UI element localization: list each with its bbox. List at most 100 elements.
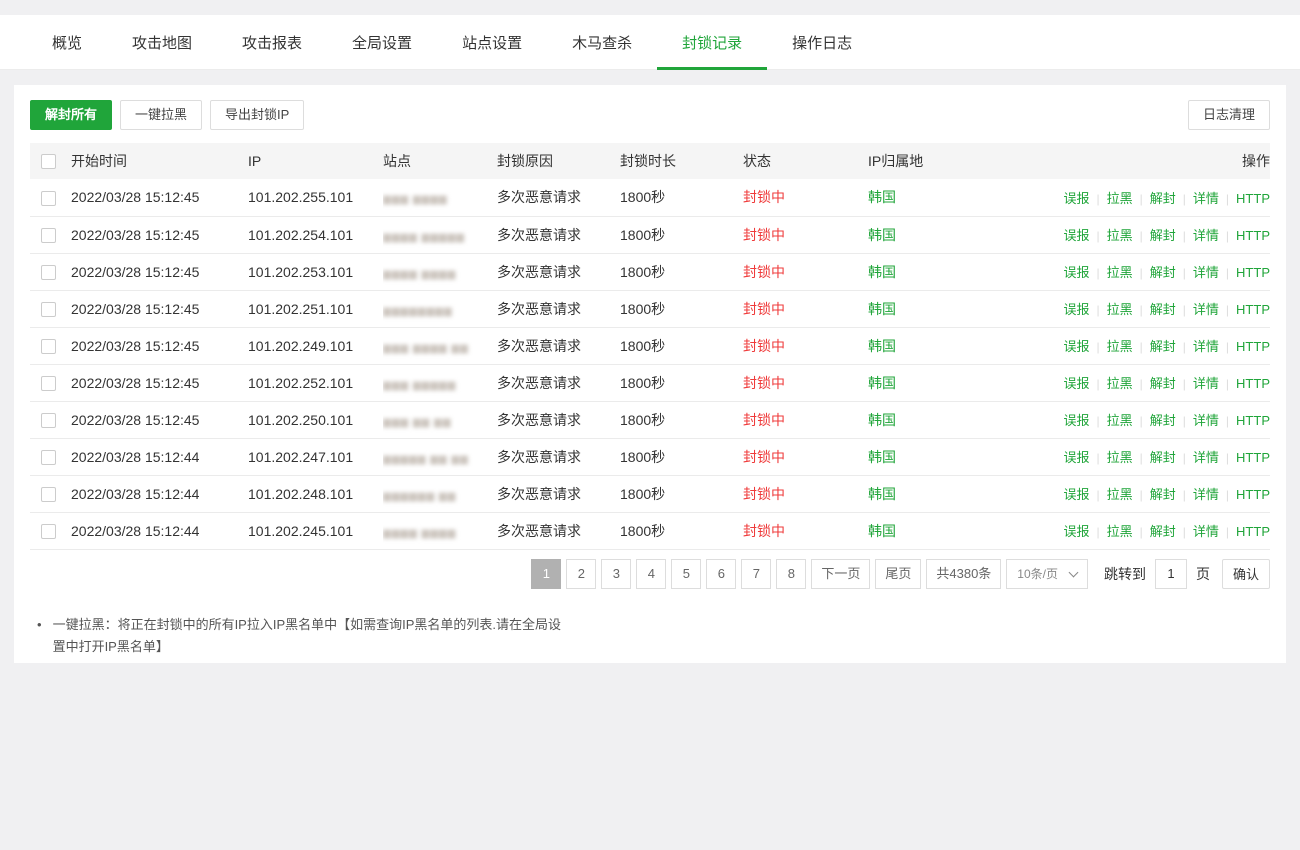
action-link-http[interactable]: HTTP: [1236, 376, 1270, 391]
page-button-3[interactable]: 3: [601, 559, 631, 589]
action-link-http[interactable]: HTTP: [1236, 450, 1270, 465]
action-link-details[interactable]: 详情: [1193, 524, 1219, 539]
row-checkbox[interactable]: [41, 376, 56, 391]
tab-2[interactable]: 攻击报表: [217, 15, 327, 69]
page-button-1[interactable]: 1: [531, 559, 561, 589]
row-checkbox[interactable]: [41, 413, 56, 428]
action-link-details[interactable]: 详情: [1193, 450, 1219, 465]
row-checkbox[interactable]: [41, 339, 56, 354]
action-link-misreport[interactable]: 误报: [1063, 376, 1089, 391]
action-link-http[interactable]: HTTP: [1236, 487, 1270, 502]
action-link-blacklist[interactable]: 拉黑: [1107, 302, 1133, 317]
action-link-misreport[interactable]: 误报: [1063, 524, 1089, 539]
action-link-unblock[interactable]: 解封: [1150, 191, 1176, 206]
cell-actions: 误报|拉黑|解封|详情|HTTP: [1030, 253, 1270, 290]
action-link-blacklist[interactable]: 拉黑: [1107, 339, 1133, 354]
action-link-blacklist[interactable]: 拉黑: [1107, 191, 1133, 206]
action-link-misreport[interactable]: 误报: [1063, 339, 1089, 354]
action-link-unblock[interactable]: 解封: [1150, 265, 1176, 280]
action-link-blacklist[interactable]: 拉黑: [1107, 450, 1133, 465]
action-link-misreport[interactable]: 误报: [1063, 191, 1089, 206]
action-link-unblock[interactable]: 解封: [1150, 302, 1176, 317]
tab-7[interactable]: 操作日志: [767, 15, 877, 69]
row-checkbox[interactable]: [41, 524, 56, 539]
action-separator: |: [1140, 192, 1143, 206]
confirm-button[interactable]: 确认: [1222, 559, 1270, 589]
action-link-unblock[interactable]: 解封: [1150, 450, 1176, 465]
export-blocked-ip-button[interactable]: 导出封锁IP: [210, 100, 304, 130]
pagination: 12345678 下一页 尾页 共4380条 10条/页 跳转到 页 确认: [30, 559, 1270, 589]
tab-3[interactable]: 全局设置: [327, 15, 437, 69]
action-link-misreport[interactable]: 误报: [1063, 228, 1089, 243]
action-separator: |: [1097, 266, 1100, 280]
action-link-misreport[interactable]: 误报: [1063, 265, 1089, 280]
page-button-4[interactable]: 4: [636, 559, 666, 589]
action-link-unblock[interactable]: 解封: [1150, 524, 1176, 539]
action-link-details[interactable]: 详情: [1193, 487, 1219, 502]
log-clean-button[interactable]: 日志清理: [1188, 100, 1270, 130]
action-link-unblock[interactable]: 解封: [1150, 339, 1176, 354]
row-checkbox[interactable]: [41, 450, 56, 465]
tab-6[interactable]: 封锁记录: [657, 15, 767, 69]
select-all-checkbox[interactable]: [41, 154, 56, 169]
page-size-select[interactable]: 10条/页: [1006, 559, 1088, 589]
action-link-misreport[interactable]: 误报: [1063, 302, 1089, 317]
action-link-misreport[interactable]: 误报: [1063, 413, 1089, 428]
action-link-unblock[interactable]: 解封: [1150, 228, 1176, 243]
page-button-5[interactable]: 5: [671, 559, 701, 589]
action-link-blacklist[interactable]: 拉黑: [1107, 376, 1133, 391]
toolbar: 解封所有 一键拉黑 导出封锁IP 日志清理: [30, 100, 1270, 130]
tab-5[interactable]: 木马查杀: [547, 15, 657, 69]
row-checkbox[interactable]: [41, 487, 56, 502]
tab-4[interactable]: 站点设置: [437, 15, 547, 69]
page-button-2[interactable]: 2: [566, 559, 596, 589]
action-link-details[interactable]: 详情: [1193, 265, 1219, 280]
action-separator: |: [1097, 525, 1100, 539]
row-checkbox[interactable]: [41, 302, 56, 317]
action-separator: |: [1140, 377, 1143, 391]
row-checkbox[interactable]: [41, 191, 56, 206]
note-text: 一键拉黑：将正在封锁中的所有IP拉入IP黑名单中【如需查询IP黑名单的列表.请在…: [53, 614, 573, 658]
cell-ip: 101.202.250.101: [248, 401, 383, 438]
tab-1[interactable]: 攻击地图: [107, 15, 217, 69]
action-link-misreport[interactable]: 误报: [1063, 450, 1089, 465]
action-link-http[interactable]: HTTP: [1236, 339, 1270, 354]
action-link-blacklist[interactable]: 拉黑: [1107, 487, 1133, 502]
action-link-http[interactable]: HTTP: [1236, 228, 1270, 243]
last-page-button[interactable]: 尾页: [875, 559, 921, 589]
row-checkbox[interactable]: [41, 265, 56, 280]
action-link-details[interactable]: 详情: [1193, 413, 1219, 428]
action-link-unblock[interactable]: 解封: [1150, 487, 1176, 502]
action-link-http[interactable]: HTTP: [1236, 413, 1270, 428]
action-link-unblock[interactable]: 解封: [1150, 413, 1176, 428]
tab-0[interactable]: 概览: [27, 15, 107, 69]
action-link-blacklist[interactable]: 拉黑: [1107, 228, 1133, 243]
action-link-unblock[interactable]: 解封: [1150, 376, 1176, 391]
action-link-blacklist[interactable]: 拉黑: [1107, 524, 1133, 539]
action-link-details[interactable]: 详情: [1193, 228, 1219, 243]
action-link-details[interactable]: 详情: [1193, 191, 1219, 206]
action-link-details[interactable]: 详情: [1193, 376, 1219, 391]
cell-actions: 误报|拉黑|解封|详情|HTTP: [1030, 475, 1270, 512]
action-separator: |: [1140, 229, 1143, 243]
action-link-details[interactable]: 详情: [1193, 339, 1219, 354]
cell-start-time: 2022/03/28 15:12:45: [71, 327, 248, 364]
action-link-http[interactable]: HTTP: [1236, 191, 1270, 206]
row-checkbox[interactable]: [41, 228, 56, 243]
page-button-6[interactable]: 6: [706, 559, 736, 589]
cell-start-time: 2022/03/28 15:12:45: [71, 253, 248, 290]
action-link-misreport[interactable]: 误报: [1063, 487, 1089, 502]
action-link-blacklist[interactable]: 拉黑: [1107, 413, 1133, 428]
page-button-7[interactable]: 7: [741, 559, 771, 589]
action-link-details[interactable]: 详情: [1193, 302, 1219, 317]
blacklist-all-button[interactable]: 一键拉黑: [120, 100, 202, 130]
jump-to-input[interactable]: [1155, 559, 1187, 589]
cell-block-duration: 1800秒: [620, 327, 743, 364]
next-page-button[interactable]: 下一页: [811, 559, 870, 589]
action-link-http[interactable]: HTTP: [1236, 524, 1270, 539]
action-link-blacklist[interactable]: 拉黑: [1107, 265, 1133, 280]
page-button-8[interactable]: 8: [776, 559, 806, 589]
action-link-http[interactable]: HTTP: [1236, 265, 1270, 280]
action-link-http[interactable]: HTTP: [1236, 302, 1270, 317]
unblock-all-button[interactable]: 解封所有: [30, 100, 112, 130]
